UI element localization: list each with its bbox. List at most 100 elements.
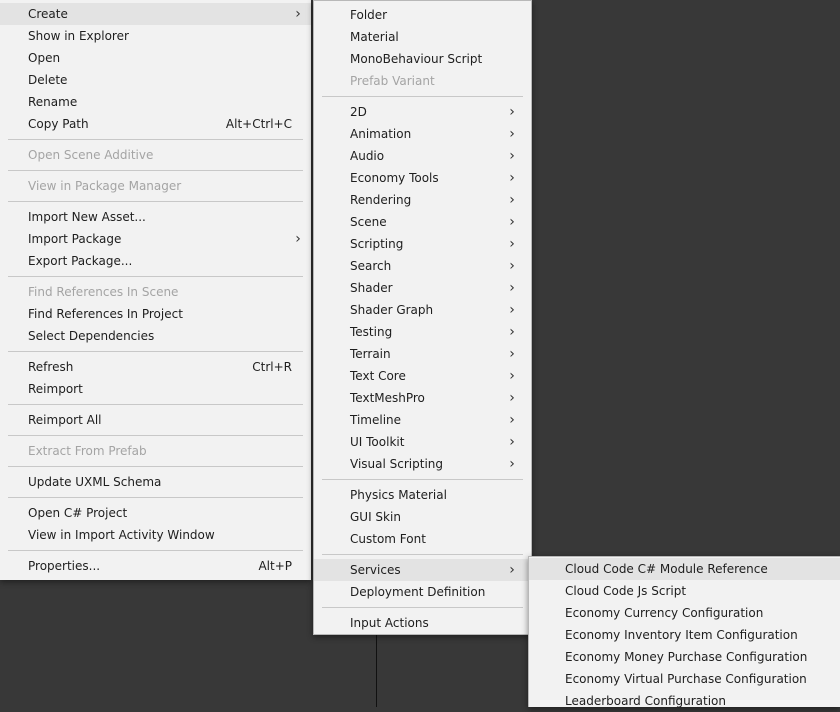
menu-item-ui-toolkit[interactable]: UI Toolkit › [314, 431, 531, 453]
menu-separator [322, 479, 523, 480]
menu-item-economy-tools[interactable]: Economy Tools › [314, 167, 531, 189]
menu-item-label: Prefab Variant [350, 74, 435, 88]
menu-item-label: Economy Tools [350, 171, 439, 185]
menu-item-label: Visual Scripting [350, 457, 443, 471]
menu-item-view-in-import-activity-window[interactable]: View in Import Activity Window [0, 524, 311, 546]
menu-item-open-c-project[interactable]: Open C# Project [0, 502, 311, 524]
menu-item-select-dependencies[interactable]: Select Dependencies [0, 325, 311, 347]
menu-item-rendering[interactable]: Rendering › [314, 189, 531, 211]
menu-item-create[interactable]: Create › [0, 3, 311, 25]
menu-item-shortcut: Alt+Ctrl+C [225, 117, 292, 131]
menu-separator [8, 139, 303, 140]
menu-item-textmeshpro[interactable]: TextMeshPro › [314, 387, 531, 409]
menu-item-leaderboard-configuration[interactable]: Leaderboard Configuration [529, 690, 840, 712]
chevron-right-icon: › [509, 104, 515, 120]
chevron-right-icon: › [509, 390, 515, 406]
menu-item-cloud-code-c-module-reference[interactable]: Cloud Code C# Module Reference [529, 558, 840, 580]
menu-item-copy-path[interactable]: Copy Path Alt+Ctrl+C [0, 113, 311, 135]
menu-item-label: Open C# Project [28, 506, 128, 520]
chevron-right-icon: › [295, 231, 301, 247]
menu-item-label: Economy Currency Configuration [565, 606, 764, 620]
menu-item-economy-virtual-purchase-configuration[interactable]: Economy Virtual Purchase Configuration [529, 668, 840, 690]
menu-item-shader[interactable]: Shader › [314, 277, 531, 299]
menu-item-label: Reimport [28, 382, 83, 396]
menu-item-animation[interactable]: Animation › [314, 123, 531, 145]
menu-item-rename[interactable]: Rename [0, 91, 311, 113]
menu-item-scripting[interactable]: Scripting › [314, 233, 531, 255]
menu-item-reimport-all[interactable]: Reimport All [0, 409, 311, 431]
create-submenu: Folder Material MonoBehaviour Script Prefab… [313, 0, 532, 635]
menu-item-custom-font[interactable]: Custom Font [314, 528, 531, 550]
menu-item-import-new-asset[interactable]: Import New Asset... [0, 206, 311, 228]
menu-item-label: Properties... [28, 559, 101, 573]
services-submenu: Cloud Code C# Module Reference Cloud Code… [528, 556, 840, 708]
menu-item-label: Economy Inventory Item Configuration [565, 628, 798, 642]
menu-item-show-in-explorer[interactable]: Show in Explorer [0, 25, 311, 47]
menu-item-label: GUI Skin [350, 510, 401, 524]
menu-item-gui-skin[interactable]: GUI Skin [314, 506, 531, 528]
menu-item-label: Timeline [350, 413, 402, 427]
menu-item-delete[interactable]: Delete [0, 69, 311, 91]
menu-item-label: 2D [350, 105, 367, 119]
menu-item-label: Import New Asset... [28, 210, 146, 224]
menu-separator [322, 607, 523, 608]
menu-item-folder[interactable]: Folder [314, 4, 531, 26]
menu-item-export-package[interactable]: Export Package... [0, 250, 311, 272]
menu-item-scene[interactable]: Scene › [314, 211, 531, 233]
menu-item-label: Open Scene Additive [28, 148, 154, 162]
menu-item-shader-graph[interactable]: Shader Graph › [314, 299, 531, 321]
menu-item-services[interactable]: Services › [314, 559, 531, 581]
menu-item-monobehaviour-script[interactable]: MonoBehaviour Script [314, 48, 531, 70]
menu-item-input-actions[interactable]: Input Actions [314, 612, 531, 634]
menu-item-label: Show in Explorer [28, 29, 129, 43]
menu-item-label: Terrain [350, 347, 391, 361]
menu-item-reimport[interactable]: Reimport [0, 378, 311, 400]
menu-item-label: Services [350, 563, 401, 577]
menu-item-label: Export Package... [28, 254, 133, 268]
menu-item-deployment-definition[interactable]: Deployment Definition [314, 581, 531, 603]
menu-item-prefab-variant: Prefab Variant [314, 70, 531, 92]
menu-item-cloud-code-js-script[interactable]: Cloud Code Js Script [529, 580, 840, 602]
menu-item-find-references-in-project[interactable]: Find References In Project [0, 303, 311, 325]
chevron-right-icon: › [509, 302, 515, 318]
chevron-right-icon: › [509, 456, 515, 472]
menu-item-label: Rendering [350, 193, 412, 207]
menu-item-physics-material[interactable]: Physics Material [314, 484, 531, 506]
chevron-right-icon: › [509, 324, 515, 340]
menu-item-terrain[interactable]: Terrain › [314, 343, 531, 365]
menu-item-search[interactable]: Search › [314, 255, 531, 277]
chevron-right-icon: › [509, 258, 515, 274]
chevron-right-icon: › [509, 170, 515, 186]
menu-item-label: Animation [350, 127, 412, 141]
menu-item-find-references-in-scene: Find References In Scene [0, 281, 311, 303]
menu-item-properties[interactable]: Properties... Alt+P [0, 555, 311, 577]
menu-item-label: Find References In Scene [28, 285, 179, 299]
menu-item-text-core[interactable]: Text Core › [314, 365, 531, 387]
menu-item-label: Select Dependencies [28, 329, 155, 343]
menu-item-economy-currency-configuration[interactable]: Economy Currency Configuration [529, 602, 840, 624]
menu-item-testing[interactable]: Testing › [314, 321, 531, 343]
menu-item-refresh[interactable]: Refresh Ctrl+R [0, 356, 311, 378]
menu-item-label: Physics Material [350, 488, 447, 502]
chevron-right-icon: › [509, 562, 515, 578]
menu-item-material[interactable]: Material [314, 26, 531, 48]
menu-separator [8, 435, 303, 436]
menu-separator [322, 96, 523, 97]
menu-item-label: UI Toolkit [350, 435, 405, 449]
menu-item-import-package[interactable]: Import Package › [0, 228, 311, 250]
menu-item-update-uxml-schema[interactable]: Update UXML Schema [0, 471, 311, 493]
menu-item-open[interactable]: Open [0, 47, 311, 69]
menu-item-economy-inventory-item-configuration[interactable]: Economy Inventory Item Configuration [529, 624, 840, 646]
menu-item-label: Update UXML Schema [28, 475, 162, 489]
menu-item-shortcut: Ctrl+R [252, 360, 292, 374]
menu-separator [8, 276, 303, 277]
menu-separator [8, 170, 303, 171]
menu-item-2d[interactable]: 2D › [314, 101, 531, 123]
menu-item-visual-scripting[interactable]: Visual Scripting › [314, 453, 531, 475]
menu-item-audio[interactable]: Audio › [314, 145, 531, 167]
menu-item-timeline[interactable]: Timeline › [314, 409, 531, 431]
chevron-right-icon: › [509, 412, 515, 428]
menu-item-economy-money-purchase-configuration[interactable]: Economy Money Purchase Configuration [529, 646, 840, 668]
chevron-right-icon: › [509, 346, 515, 362]
chevron-right-icon: › [295, 6, 301, 22]
